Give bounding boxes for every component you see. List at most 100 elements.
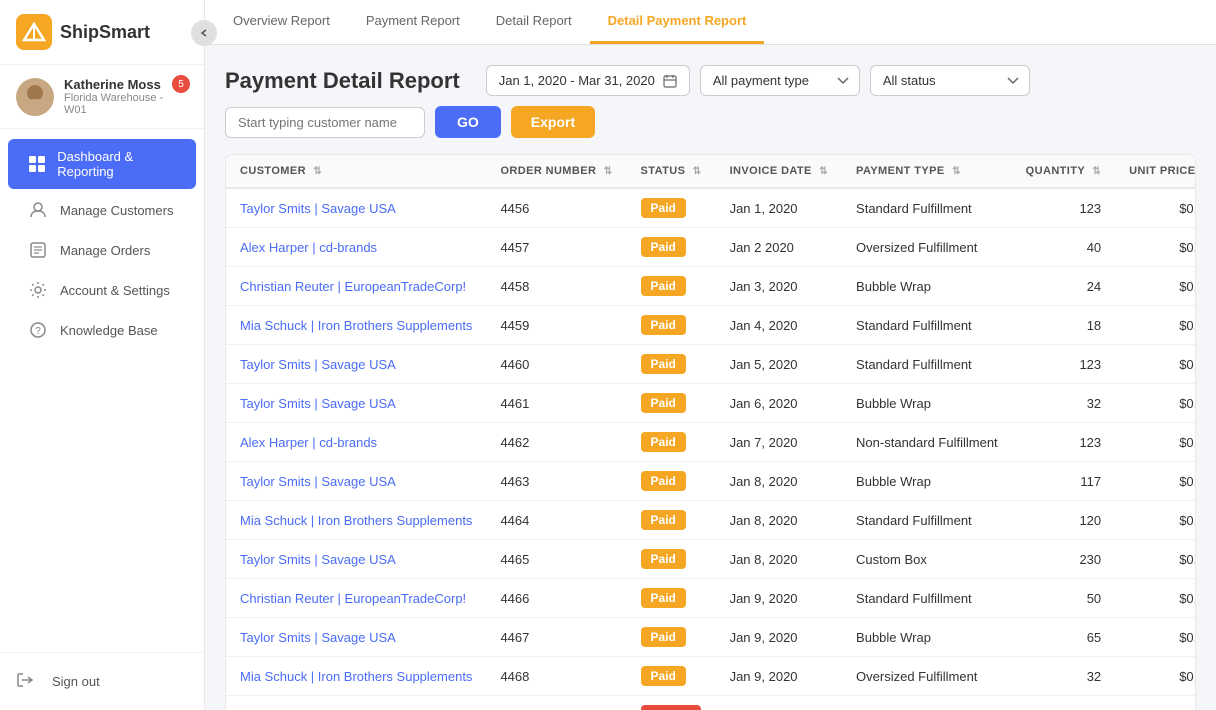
notification-badge[interactable]: 5: [172, 75, 190, 93]
status-badge: Paid: [641, 198, 686, 218]
table-row: Mia Schuck | Iron Brothers Supplements 4…: [226, 657, 1196, 696]
report-header: Payment Detail Report Jan 1, 2020 - Mar …: [225, 65, 1196, 138]
sidebar-item-orders-label: Manage Orders: [60, 243, 150, 258]
cell-unit-price: $0.85: [1115, 306, 1196, 345]
col-header-status[interactable]: STATUS ⇅: [627, 155, 716, 188]
cell-date: Jan 3, 2020: [716, 267, 842, 306]
sidebar-footer: Sign out: [0, 652, 204, 710]
customer-link[interactable]: Mia Schuck | Iron Brothers Supplements: [240, 513, 472, 528]
payment-type-filter[interactable]: All payment type: [700, 65, 860, 96]
cell-customer: Mia Schuck | Iron Brothers Supplements: [226, 501, 486, 540]
settings-icon: [24, 281, 52, 299]
sort-icon-quantity: ⇅: [1092, 166, 1101, 177]
status-badge: Paid: [641, 471, 686, 491]
customer-link[interactable]: Alex Harper | cd-brands: [240, 435, 377, 450]
sidebar-item-orders[interactable]: Manage Orders: [8, 231, 196, 269]
data-table-wrapper: CUSTOMER ⇅ ORDER NUMBER ⇅ STATUS ⇅ INV: [225, 154, 1196, 710]
user-info: Katherine Moss Florida Warehouse - W01: [64, 77, 188, 116]
date-range-label: Jan 1, 2020 - Mar 31, 2020: [499, 73, 655, 88]
cell-quantity: 18: [1012, 306, 1115, 345]
cell-unit-price: $0.15: [1115, 228, 1196, 267]
dashboard-icon: [24, 155, 49, 173]
customer-link[interactable]: Taylor Smits | Savage USA: [240, 630, 396, 645]
cell-quantity: 24: [1012, 267, 1115, 306]
tab-payment[interactable]: Payment Report: [348, 0, 478, 44]
sidebar-item-knowledge[interactable]: ? Knowledge Base: [8, 311, 196, 349]
table-row: Taylor Smits | Savage USA 4465 Paid Jan …: [226, 540, 1196, 579]
col-header-order[interactable]: ORDER NUMBER ⇅: [486, 155, 626, 188]
cell-unit-price: $0.10: [1115, 540, 1196, 579]
cell-status: Paid: [627, 423, 716, 462]
cell-date: Jan 9, 2020: [716, 657, 842, 696]
customers-icon: [24, 201, 52, 219]
customer-link[interactable]: Taylor Smits | Savage USA: [240, 474, 396, 489]
cell-status: Paid: [627, 188, 716, 228]
user-name: Katherine Moss: [64, 77, 188, 92]
col-header-customer[interactable]: CUSTOMER ⇅: [226, 155, 486, 188]
status-filter[interactable]: All status: [870, 65, 1030, 96]
customer-link[interactable]: Taylor Smits | Savage USA: [240, 552, 396, 567]
customer-link[interactable]: Alex Harper | cd-brands: [240, 240, 377, 255]
cell-customer: Taylor Smits | Savage USA: [226, 188, 486, 228]
cell-payment-type: Custom Box: [842, 540, 1012, 579]
table-row: Taylor Smits | Savage USA 4461 Paid Jan …: [226, 384, 1196, 423]
table-row: Taylor Smits | Savage USA 4460 Paid Jan …: [226, 345, 1196, 384]
table-row: Christian Reuter | EuropeanTradeCorp! 44…: [226, 267, 1196, 306]
col-header-quantity[interactable]: QUANTITY ⇅: [1012, 155, 1115, 188]
user-profile-section: Katherine Moss Florida Warehouse - W01 5: [0, 65, 204, 129]
orders-icon: [24, 241, 52, 259]
sign-out-button[interactable]: Sign out: [16, 665, 188, 698]
cell-order: 4462: [486, 423, 626, 462]
sidebar-item-customers[interactable]: Manage Customers: [8, 191, 196, 229]
cell-date: Jan 9, 2020: [716, 579, 842, 618]
col-header-invoice-date[interactable]: INVOICE DATE ⇅: [716, 155, 842, 188]
cell-order: 4459: [486, 306, 626, 345]
shipsmart-logo-icon: [16, 14, 52, 50]
date-picker-button[interactable]: Jan 1, 2020 - Mar 31, 2020: [486, 65, 690, 96]
customer-link[interactable]: Mia Schuck | Iron Brothers Supplements: [240, 318, 472, 333]
cell-customer: Taylor Smits | Savage USA: [226, 618, 486, 657]
cell-unit-price: $0.85: [1115, 579, 1196, 618]
tab-overview[interactable]: Overview Report: [215, 0, 348, 44]
customer-link[interactable]: Taylor Smits | Savage USA: [240, 396, 396, 411]
sidebar-item-settings[interactable]: Account & Settings: [8, 271, 196, 309]
cell-date: Jan 8, 2020: [716, 501, 842, 540]
status-badge: Paid: [641, 393, 686, 413]
cell-unit-price: $0.85: [1115, 345, 1196, 384]
cell-unit-price: $0.85: [1115, 188, 1196, 228]
avatar: [16, 78, 54, 116]
status-badge: Paid: [641, 315, 686, 335]
sidebar-collapse-button[interactable]: [191, 20, 217, 46]
status-badge: Paid: [641, 237, 686, 257]
tab-detail-payment[interactable]: Detail Payment Report: [590, 0, 765, 44]
status-badge: Paid: [641, 549, 686, 569]
go-button[interactable]: GO: [435, 106, 501, 138]
col-header-payment-type[interactable]: PAYMENT TYPE ⇅: [842, 155, 1012, 188]
sidebar-item-knowledge-label: Knowledge Base: [60, 323, 158, 338]
customer-link[interactable]: Christian Reuter | EuropeanTradeCorp!: [240, 279, 466, 294]
sidebar-item-dashboard[interactable]: Dashboard & Reporting: [8, 139, 196, 189]
svg-text:?: ?: [35, 326, 41, 337]
cell-order: 4460: [486, 345, 626, 384]
cell-payment-type: Non-standard Fulfillment: [842, 423, 1012, 462]
customer-link[interactable]: Taylor Smits | Savage USA: [240, 201, 396, 216]
main-content: Overview Report Payment Report Detail Re…: [205, 0, 1216, 710]
customer-link[interactable]: Christian Reuter | EuropeanTradeCorp!: [240, 591, 466, 606]
tab-detail[interactable]: Detail Report: [478, 0, 590, 44]
cell-payment-type: Oversized Fulfillment: [842, 228, 1012, 267]
table-row: Taylor Smits | Savage USA 4456 Paid Jan …: [226, 188, 1196, 228]
export-button[interactable]: Export: [511, 106, 595, 138]
cell-status: Paid: [627, 579, 716, 618]
cell-payment-type: Standard Fulfillment: [842, 345, 1012, 384]
cell-customer: Taylor Smits | Savage USA: [226, 345, 486, 384]
customer-link[interactable]: Mia Schuck | Iron Brothers Supplements: [240, 669, 472, 684]
cell-order: 4467: [486, 618, 626, 657]
status-badge: Paid: [641, 588, 686, 608]
chevron-left-icon: [199, 28, 209, 38]
status-badge: Paid: [641, 276, 686, 296]
col-header-unit-price[interactable]: UNIT PRICE ⇅: [1115, 155, 1196, 188]
customer-link[interactable]: Taylor Smits | Savage USA: [240, 357, 396, 372]
customer-search-input[interactable]: [225, 107, 425, 138]
cell-order: 4463: [486, 462, 626, 501]
cell-customer: Mia Schuck | Iron Brothers Supplements: [226, 657, 486, 696]
